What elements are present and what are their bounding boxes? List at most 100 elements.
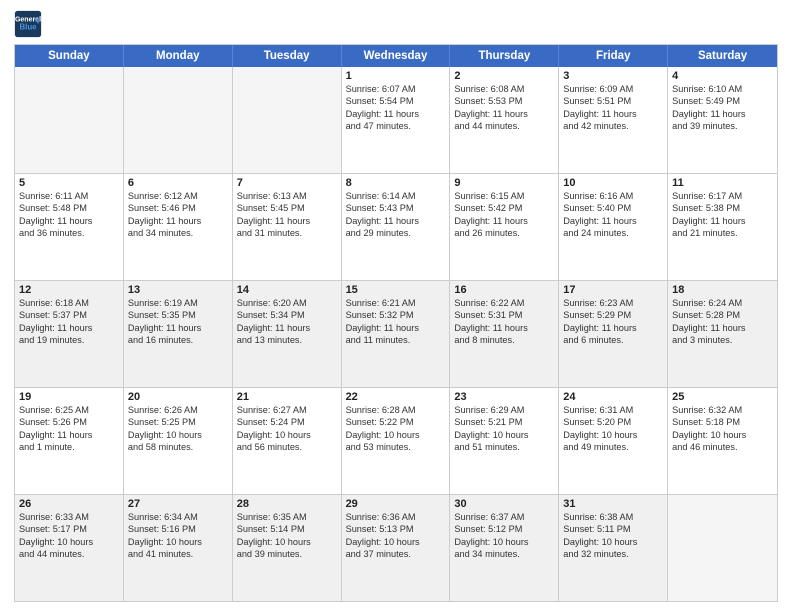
weekday-header-sunday: Sunday [15, 45, 124, 67]
cell-line: and 49 minutes. [563, 441, 663, 453]
cell-line: Sunset: 5:40 PM [563, 202, 663, 214]
day-number: 6 [128, 177, 228, 189]
day-number: 21 [237, 391, 337, 403]
cell-line: and 26 minutes. [454, 227, 554, 239]
cell-line: Sunset: 5:13 PM [346, 523, 446, 535]
cell-line: Daylight: 10 hours [128, 536, 228, 548]
cell-line: Daylight: 11 hours [19, 215, 119, 227]
day-number: 26 [19, 498, 119, 510]
day-number: 4 [672, 70, 773, 82]
cell-line: Sunset: 5:11 PM [563, 523, 663, 535]
cell-line: and 19 minutes. [19, 334, 119, 346]
cell-line: Sunset: 5:37 PM [19, 309, 119, 321]
calendar-cell-2-3: 15Sunrise: 6:21 AMSunset: 5:32 PMDayligh… [342, 281, 451, 387]
day-number: 25 [672, 391, 773, 403]
weekday-header-friday: Friday [559, 45, 668, 67]
calendar-cell-4-0: 26Sunrise: 6:33 AMSunset: 5:17 PMDayligh… [15, 495, 124, 601]
weekday-header-wednesday: Wednesday [342, 45, 451, 67]
calendar-cell-4-3: 29Sunrise: 6:36 AMSunset: 5:13 PMDayligh… [342, 495, 451, 601]
calendar-cell-4-5: 31Sunrise: 6:38 AMSunset: 5:11 PMDayligh… [559, 495, 668, 601]
cell-line: Sunset: 5:26 PM [19, 416, 119, 428]
calendar-cell-2-0: 12Sunrise: 6:18 AMSunset: 5:37 PMDayligh… [15, 281, 124, 387]
day-number: 12 [19, 284, 119, 296]
calendar-row-4: 26Sunrise: 6:33 AMSunset: 5:17 PMDayligh… [15, 495, 777, 601]
calendar-cell-0-3: 1Sunrise: 6:07 AMSunset: 5:54 PMDaylight… [342, 67, 451, 173]
day-number: 7 [237, 177, 337, 189]
cell-line: Sunrise: 6:27 AM [237, 404, 337, 416]
calendar-body: 1Sunrise: 6:07 AMSunset: 5:54 PMDaylight… [15, 67, 777, 601]
cell-line: and 31 minutes. [237, 227, 337, 239]
calendar-cell-2-5: 17Sunrise: 6:23 AMSunset: 5:29 PMDayligh… [559, 281, 668, 387]
calendar-cell-1-2: 7Sunrise: 6:13 AMSunset: 5:45 PMDaylight… [233, 174, 342, 280]
calendar-cell-0-1 [124, 67, 233, 173]
cell-line: and 34 minutes. [128, 227, 228, 239]
day-number: 23 [454, 391, 554, 403]
cell-line: Sunrise: 6:07 AM [346, 83, 446, 95]
cell-line: and 56 minutes. [237, 441, 337, 453]
cell-line: Daylight: 11 hours [454, 322, 554, 334]
cell-line: Sunset: 5:46 PM [128, 202, 228, 214]
cell-line: Daylight: 11 hours [563, 322, 663, 334]
cell-line: Sunset: 5:24 PM [237, 416, 337, 428]
calendar-cell-3-3: 22Sunrise: 6:28 AMSunset: 5:22 PMDayligh… [342, 388, 451, 494]
cell-line: Sunset: 5:28 PM [672, 309, 773, 321]
cell-line: and 8 minutes. [454, 334, 554, 346]
cell-line: Sunrise: 6:29 AM [454, 404, 554, 416]
cell-line: Daylight: 10 hours [237, 429, 337, 441]
logo-icon: General Blue [14, 10, 42, 38]
cell-line: and 42 minutes. [563, 120, 663, 132]
cell-line: Sunrise: 6:15 AM [454, 190, 554, 202]
cell-line: Daylight: 10 hours [672, 429, 773, 441]
cell-line: Daylight: 11 hours [672, 322, 773, 334]
day-number: 9 [454, 177, 554, 189]
calendar-cell-0-4: 2Sunrise: 6:08 AMSunset: 5:53 PMDaylight… [450, 67, 559, 173]
cell-line: Sunset: 5:16 PM [128, 523, 228, 535]
calendar: SundayMondayTuesdayWednesdayThursdayFrid… [14, 44, 778, 602]
calendar-row-0: 1Sunrise: 6:07 AMSunset: 5:54 PMDaylight… [15, 67, 777, 174]
cell-line: and 58 minutes. [128, 441, 228, 453]
cell-line: Daylight: 10 hours [454, 536, 554, 548]
cell-line: Sunset: 5:48 PM [19, 202, 119, 214]
calendar-cell-3-2: 21Sunrise: 6:27 AMSunset: 5:24 PMDayligh… [233, 388, 342, 494]
cell-line: Daylight: 11 hours [454, 108, 554, 120]
cell-line: Sunrise: 6:23 AM [563, 297, 663, 309]
cell-line: and 41 minutes. [128, 548, 228, 560]
cell-line: Sunset: 5:49 PM [672, 95, 773, 107]
day-number: 11 [672, 177, 773, 189]
cell-line: Sunset: 5:38 PM [672, 202, 773, 214]
cell-line: Sunset: 5:29 PM [563, 309, 663, 321]
cell-line: Daylight: 10 hours [563, 536, 663, 548]
svg-text:Blue: Blue [19, 22, 37, 31]
day-number: 29 [346, 498, 446, 510]
cell-line: Daylight: 11 hours [672, 108, 773, 120]
day-number: 18 [672, 284, 773, 296]
cell-line: Sunrise: 6:28 AM [346, 404, 446, 416]
cell-line: Sunset: 5:35 PM [128, 309, 228, 321]
cell-line: Sunset: 5:43 PM [346, 202, 446, 214]
cell-line: Daylight: 11 hours [237, 322, 337, 334]
day-number: 20 [128, 391, 228, 403]
calendar-cell-2-6: 18Sunrise: 6:24 AMSunset: 5:28 PMDayligh… [668, 281, 777, 387]
calendar-cell-3-4: 23Sunrise: 6:29 AMSunset: 5:21 PMDayligh… [450, 388, 559, 494]
cell-line: and 39 minutes. [672, 120, 773, 132]
calendar-cell-1-5: 10Sunrise: 6:16 AMSunset: 5:40 PMDayligh… [559, 174, 668, 280]
cell-line: Sunset: 5:14 PM [237, 523, 337, 535]
cell-line: Daylight: 11 hours [346, 322, 446, 334]
cell-line: Daylight: 11 hours [237, 215, 337, 227]
day-number: 2 [454, 70, 554, 82]
calendar-cell-4-1: 27Sunrise: 6:34 AMSunset: 5:16 PMDayligh… [124, 495, 233, 601]
calendar-row-2: 12Sunrise: 6:18 AMSunset: 5:37 PMDayligh… [15, 281, 777, 388]
cell-line: and 16 minutes. [128, 334, 228, 346]
cell-line: Sunset: 5:45 PM [237, 202, 337, 214]
cell-line: Sunrise: 6:10 AM [672, 83, 773, 95]
cell-line: Sunset: 5:51 PM [563, 95, 663, 107]
cell-line: Daylight: 10 hours [346, 536, 446, 548]
cell-line: and 39 minutes. [237, 548, 337, 560]
cell-line: and 47 minutes. [346, 120, 446, 132]
cell-line: and 46 minutes. [672, 441, 773, 453]
cell-line: and 34 minutes. [454, 548, 554, 560]
cell-line: Sunset: 5:32 PM [346, 309, 446, 321]
day-number: 31 [563, 498, 663, 510]
calendar-row-3: 19Sunrise: 6:25 AMSunset: 5:26 PMDayligh… [15, 388, 777, 495]
calendar-cell-3-5: 24Sunrise: 6:31 AMSunset: 5:20 PMDayligh… [559, 388, 668, 494]
